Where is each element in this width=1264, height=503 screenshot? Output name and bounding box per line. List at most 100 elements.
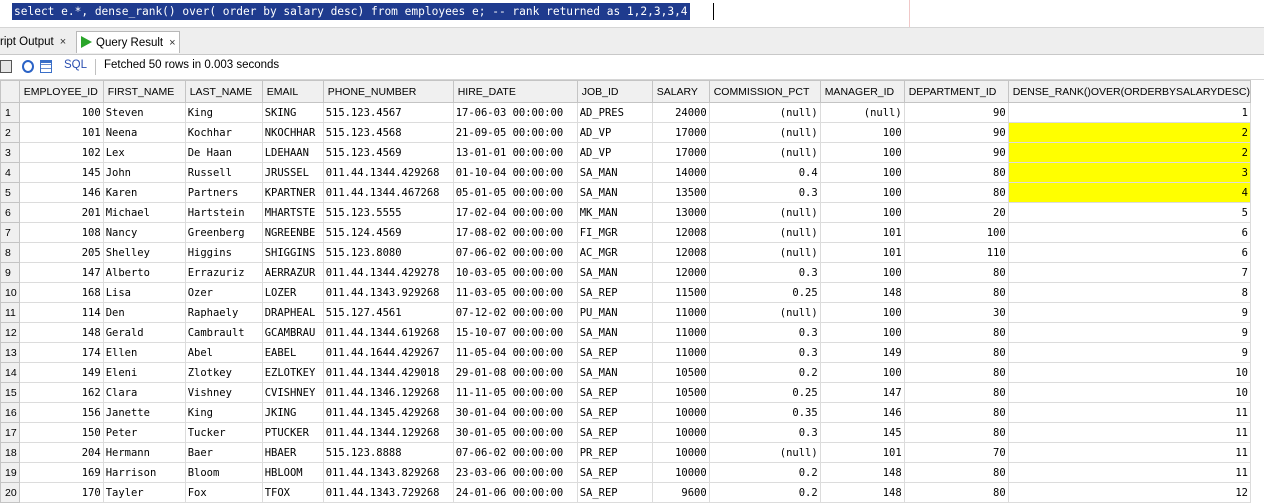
cell-last-name[interactable]: Higgins (184, 242, 263, 263)
cell-department-id[interactable]: 20 (903, 202, 1009, 223)
cell-dense-rank-over-orderbysalarydesc[interactable]: 9 (1007, 322, 1251, 343)
close-icon[interactable]: × (60, 36, 66, 48)
cell-salary[interactable]: 12008 (651, 222, 710, 243)
table-row[interactable]: 8 205 Shelley Higgins SHIGGINS 515.123.8080 07… (0, 242, 1251, 263)
cell-salary[interactable]: 17000 (651, 142, 710, 163)
cell-manager-id[interactable]: 100 (819, 122, 905, 143)
cell-phone-number[interactable]: 011.44.1344.429018 (322, 362, 454, 383)
cell-email[interactable]: LOZER (261, 282, 324, 303)
cell-department-id[interactable]: 90 (903, 122, 1009, 143)
column-header-job-id[interactable]: JOB_ID (576, 80, 653, 103)
cell-job-id[interactable]: SA_REP (576, 342, 653, 363)
cell-salary[interactable]: 13000 (651, 202, 710, 223)
cell-last-name[interactable]: Vishney (184, 382, 263, 403)
row-number[interactable]: 3 (0, 142, 20, 163)
cell-department-id[interactable]: 110 (903, 242, 1009, 263)
table-row[interactable]: 11 114 Den Raphaely DRAPHEAL 515.127.4561 07-1… (0, 302, 1251, 323)
cell-department-id[interactable]: 80 (903, 382, 1009, 403)
column-header-department-id[interactable]: DEPARTMENT_ID (903, 80, 1009, 103)
cell-department-id[interactable]: 80 (903, 162, 1009, 183)
cell-manager-id[interactable]: 149 (819, 342, 905, 363)
cell-first-name[interactable]: Steven (102, 102, 186, 123)
row-number[interactable]: 20 (0, 482, 20, 503)
cell-email[interactable]: GCAMBRAU (261, 322, 324, 343)
cell-phone-number[interactable]: 515.123.5555 (322, 202, 454, 223)
cell-email[interactable]: HBAER (261, 442, 324, 463)
cell-email[interactable]: JKING (261, 402, 324, 423)
cell-employee-id[interactable]: 146 (18, 182, 104, 203)
cell-first-name[interactable]: Alberto (102, 262, 186, 283)
column-header-dense-rank-over-orderbysalarydesc[interactable]: DENSE_RANK()OVER(ORDERBYSALARYDESC) (1007, 80, 1251, 103)
cell-dense-rank-over-orderbysalarydesc[interactable]: 8 (1007, 282, 1251, 303)
cell-last-name[interactable]: Greenberg (184, 222, 263, 243)
cell-last-name[interactable]: Zlotkey (184, 362, 263, 383)
cell-salary[interactable]: 10500 (651, 382, 710, 403)
cell-hire-date[interactable]: 15-10-07 00:00:00 (452, 322, 578, 343)
cell-manager-id[interactable]: 101 (819, 442, 905, 463)
show-sql-button[interactable]: SQL (64, 59, 87, 71)
cell-salary[interactable]: 13500 (651, 182, 710, 203)
cell-commission-pct[interactable]: (null) (708, 142, 821, 163)
cell-department-id[interactable]: 100 (903, 222, 1009, 243)
cell-salary[interactable]: 14000 (651, 162, 710, 183)
export-grid-icon[interactable] (40, 60, 52, 73)
cell-department-id[interactable]: 80 (903, 362, 1009, 383)
cell-dense-rank-over-orderbysalarydesc[interactable]: 12 (1007, 482, 1251, 503)
cell-dense-rank-over-orderbysalarydesc[interactable]: 3 (1007, 162, 1251, 183)
cell-salary[interactable]: 10000 (651, 422, 710, 443)
cell-salary[interactable]: 11000 (651, 302, 710, 323)
column-header-salary[interactable]: SALARY (651, 80, 710, 103)
cell-dense-rank-over-orderbysalarydesc[interactable]: 5 (1007, 202, 1251, 223)
cell-email[interactable]: JRUSSEL (261, 162, 324, 183)
cell-first-name[interactable]: Ellen (102, 342, 186, 363)
row-number[interactable]: 10 (0, 282, 20, 303)
close-icon[interactable]: × (169, 37, 175, 49)
cell-department-id[interactable]: 70 (903, 442, 1009, 463)
table-row[interactable]: 10 168 Lisa Ozer LOZER 011.44.1343.929268 11-0… (0, 282, 1251, 303)
cell-employee-id[interactable]: 108 (18, 222, 104, 243)
cell-phone-number[interactable]: 515.123.8080 (322, 242, 454, 263)
cell-job-id[interactable]: SA_REP (576, 422, 653, 443)
cell-last-name[interactable]: Abel (184, 342, 263, 363)
cell-phone-number[interactable]: 011.44.1344.467268 (322, 182, 454, 203)
cell-salary[interactable]: 10500 (651, 362, 710, 383)
cell-dense-rank-over-orderbysalarydesc[interactable]: 10 (1007, 382, 1251, 403)
cell-dense-rank-over-orderbysalarydesc[interactable]: 11 (1007, 402, 1251, 423)
cell-last-name[interactable]: Baer (184, 442, 263, 463)
cell-last-name[interactable]: Tucker (184, 422, 263, 443)
cell-last-name[interactable]: King (184, 102, 263, 123)
cell-salary[interactable]: 17000 (651, 122, 710, 143)
cell-manager-id[interactable]: 148 (819, 462, 905, 483)
cell-hire-date[interactable]: 23-03-06 00:00:00 (452, 462, 578, 483)
cell-employee-id[interactable]: 156 (18, 402, 104, 423)
cell-hire-date[interactable]: 30-01-05 00:00:00 (452, 422, 578, 443)
cell-email[interactable]: SHIGGINS (261, 242, 324, 263)
cell-commission-pct[interactable]: 0.3 (708, 342, 821, 363)
cell-email[interactable]: EZLOTKEY (261, 362, 324, 383)
row-number[interactable]: 2 (0, 122, 20, 143)
cell-hire-date[interactable]: 11-11-05 00:00:00 (452, 382, 578, 403)
table-row[interactable]: 15 162 Clara Vishney CVISHNEY 011.44.1346.129… (0, 382, 1251, 403)
cell-phone-number[interactable]: 011.44.1345.429268 (322, 402, 454, 423)
cell-manager-id[interactable]: 148 (819, 282, 905, 303)
row-number[interactable]: 19 (0, 462, 20, 483)
cell-email[interactable]: TFOX (261, 482, 324, 503)
cell-salary[interactable]: 11000 (651, 342, 710, 363)
column-header-phone-number[interactable]: PHONE_NUMBER (322, 80, 454, 103)
cell-dense-rank-over-orderbysalarydesc[interactable]: 9 (1007, 302, 1251, 323)
cell-last-name[interactable]: Ozer (184, 282, 263, 303)
cell-employee-id[interactable]: 114 (18, 302, 104, 323)
cell-email[interactable]: EABEL (261, 342, 324, 363)
cell-dense-rank-over-orderbysalarydesc[interactable]: 2 (1007, 122, 1251, 143)
cell-phone-number[interactable]: 011.44.1344.429268 (322, 162, 454, 183)
cell-employee-id[interactable]: 168 (18, 282, 104, 303)
cell-employee-id[interactable]: 149 (18, 362, 104, 383)
cell-job-id[interactable]: SA_MAN (576, 262, 653, 283)
column-header-employee-id[interactable]: EMPLOYEE_ID (18, 80, 104, 103)
cell-employee-id[interactable]: 169 (18, 462, 104, 483)
cell-first-name[interactable]: Hermann (102, 442, 186, 463)
cell-hire-date[interactable]: 07-06-02 00:00:00 (452, 442, 578, 463)
cell-dense-rank-over-orderbysalarydesc[interactable]: 7 (1007, 262, 1251, 283)
cell-manager-id[interactable]: 100 (819, 362, 905, 383)
cell-manager-id[interactable]: 100 (819, 162, 905, 183)
